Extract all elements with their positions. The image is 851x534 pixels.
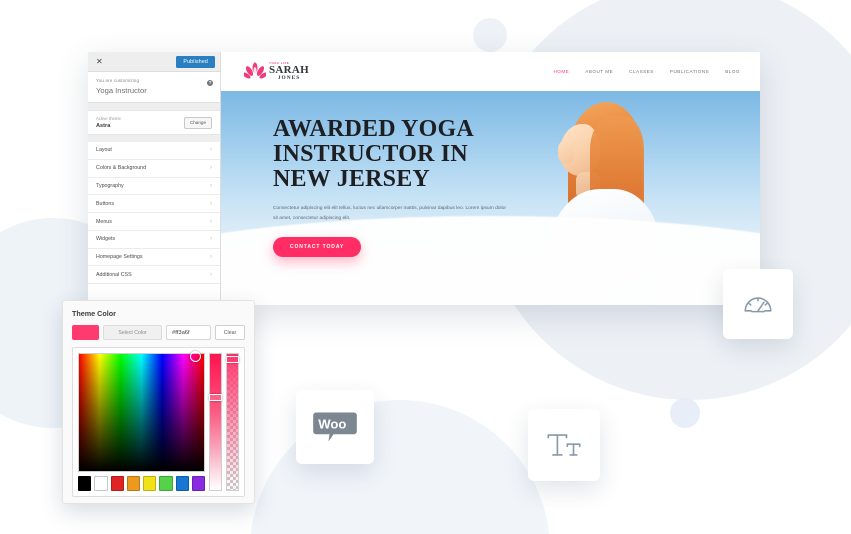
- customizing-info: You are customizing Yoga Instructor ?: [88, 72, 220, 103]
- background-dot: [670, 398, 700, 428]
- hue-slider-handle[interactable]: [209, 394, 222, 401]
- hex-value-input[interactable]: #ff3a6f: [166, 325, 211, 340]
- nav-item-publications[interactable]: PUBLICATIONS: [670, 69, 709, 74]
- wordpress-customizer-window: ✕ Published You are customizing Yoga Ins…: [88, 52, 760, 305]
- theme-color-title: Theme Color: [72, 309, 116, 318]
- palette-swatch-black[interactable]: [78, 476, 92, 491]
- site-logo[interactable]: YOGA LIFE SARAH JONES: [242, 61, 309, 83]
- chevron-right-icon: ›: [210, 147, 212, 154]
- palette-swatch-green[interactable]: [159, 476, 173, 491]
- chevron-right-icon: ›: [210, 200, 212, 207]
- active-theme-label: Active theme: [96, 116, 121, 121]
- lotus-flower-icon: [242, 61, 268, 83]
- nav-item-classes[interactable]: CLASSES: [629, 69, 654, 74]
- site-preview: YOGA LIFE SARAH JONES HOME ABOUT ME CLAS…: [221, 52, 760, 305]
- sidebar-item-menus[interactable]: Menus ›: [88, 213, 220, 231]
- color-picker-main: [78, 351, 205, 491]
- sidebar-item-label: Additional CSS: [96, 271, 132, 278]
- customizer-panel-list: Layout › Colors & Background › Typograph…: [88, 142, 220, 305]
- logo-text: YOGA LIFE SARAH JONES: [269, 62, 309, 81]
- palette-swatches: [78, 476, 205, 491]
- sidebar-item-homepage-settings[interactable]: Homepage Settings ›: [88, 249, 220, 267]
- active-theme-row: Active theme Astra Change: [88, 110, 220, 135]
- theme-color-controls: Select Color #ff3a6f Clear: [72, 325, 245, 340]
- sidebar-item-label: Homepage Settings: [96, 254, 143, 261]
- chevron-right-icon: ›: [210, 182, 212, 189]
- chevron-right-icon: ›: [210, 236, 212, 243]
- active-theme-name: Astra: [96, 123, 111, 129]
- palette-swatch-red[interactable]: [110, 476, 124, 491]
- alpha-slider[interactable]: [226, 353, 239, 491]
- figure-profile: [558, 140, 574, 164]
- help-icon[interactable]: ?: [207, 80, 213, 86]
- feature-card-woocommerce[interactable]: Woo: [296, 390, 374, 464]
- saturation-handle[interactable]: [190, 351, 201, 362]
- hero-body-text: Consectetur adipiscing elit elit tellus,…: [273, 206, 506, 221]
- sidebar-item-label: Colors & Background: [96, 165, 147, 172]
- sidebar-item-label: Buttons: [96, 200, 114, 207]
- svg-text:Woo: Woo: [318, 416, 346, 431]
- close-icon[interactable]: ✕: [93, 56, 106, 68]
- sidebar-item-widgets[interactable]: Widgets ›: [88, 231, 220, 249]
- sidebar-item-additional-css[interactable]: Additional CSS ›: [88, 266, 220, 285]
- customizing-label: You are customizing: [96, 78, 140, 83]
- current-color-swatch[interactable]: [72, 325, 99, 340]
- palette-swatch-yellow[interactable]: [143, 476, 157, 491]
- nav-item-about-me[interactable]: ABOUT ME: [585, 69, 613, 74]
- contact-today-button[interactable]: CONTACT TODAY: [273, 237, 362, 257]
- hero-section: AWARDED YOGA INSTRUCTOR IN NEW JERSEY Co…: [221, 91, 760, 305]
- chevron-right-icon: ›: [210, 254, 212, 261]
- woocommerce-icon: Woo: [313, 411, 357, 443]
- screenshot-root: ✕ Published You are customizing Yoga Ins…: [0, 0, 851, 534]
- hero-copy: AWARDED YOGA INSTRUCTOR IN NEW JERSEY Co…: [273, 117, 528, 257]
- publish-button[interactable]: Published: [176, 55, 215, 68]
- feature-card-speed[interactable]: [723, 269, 793, 339]
- palette-swatch-white[interactable]: [94, 476, 108, 491]
- sidebar-spacer: [88, 103, 220, 110]
- site-navigation: HOME ABOUT ME CLASSES PUBLICATIONS BLOG: [553, 69, 740, 74]
- customizer-sidebar: ✕ Published You are customizing Yoga Ins…: [88, 52, 221, 305]
- typography-icon: [545, 428, 583, 462]
- background-arch: [250, 400, 550, 534]
- palette-swatch-orange[interactable]: [126, 476, 140, 491]
- feature-card-typography[interactable]: [528, 409, 600, 481]
- chevron-right-icon: ›: [210, 218, 212, 225]
- sidebar-item-layout[interactable]: Layout ›: [88, 142, 220, 160]
- sidebar-item-buttons[interactable]: Buttons ›: [88, 195, 220, 214]
- chevron-right-icon: ›: [210, 271, 212, 278]
- nav-item-blog[interactable]: BLOG: [725, 69, 740, 74]
- change-theme-button[interactable]: Change: [183, 116, 212, 129]
- theme-color-popup: Theme Color Select Color #ff3a6f Clear: [62, 300, 255, 504]
- alpha-slider-handle[interactable]: [226, 356, 239, 363]
- clear-color-button[interactable]: Clear: [215, 325, 245, 340]
- speedometer-icon: [741, 287, 775, 321]
- logo-sub-text: JONES: [277, 74, 301, 81]
- saturation-value-area[interactable]: [78, 351, 205, 472]
- select-color-button[interactable]: Select Color: [103, 325, 162, 340]
- customizer-topbar: ✕ Published: [88, 52, 220, 72]
- nav-item-home[interactable]: HOME: [553, 69, 569, 74]
- hue-slider[interactable]: [209, 353, 222, 491]
- hero-headline: AWARDED YOGA INSTRUCTOR IN NEW JERSEY: [273, 116, 473, 192]
- chevron-right-icon: ›: [210, 165, 212, 172]
- sidebar-item-label: Layout: [96, 147, 112, 154]
- color-picker: [72, 347, 245, 497]
- sidebar-item-label: Typography: [96, 182, 124, 189]
- background-circle-small: [473, 18, 507, 52]
- site-title: Yoga Instructor: [96, 86, 147, 95]
- sidebar-spacer-2: [88, 135, 220, 142]
- sidebar-item-label: Widgets: [96, 236, 116, 243]
- site-header: YOGA LIFE SARAH JONES HOME ABOUT ME CLAS…: [221, 52, 760, 91]
- palette-swatch-purple[interactable]: [191, 476, 205, 491]
- sidebar-item-label: Menus: [96, 218, 112, 225]
- palette-swatch-blue[interactable]: [175, 476, 189, 491]
- sidebar-item-typography[interactable]: Typography ›: [88, 178, 220, 196]
- sidebar-item-colors-background[interactable]: Colors & Background ›: [88, 160, 220, 178]
